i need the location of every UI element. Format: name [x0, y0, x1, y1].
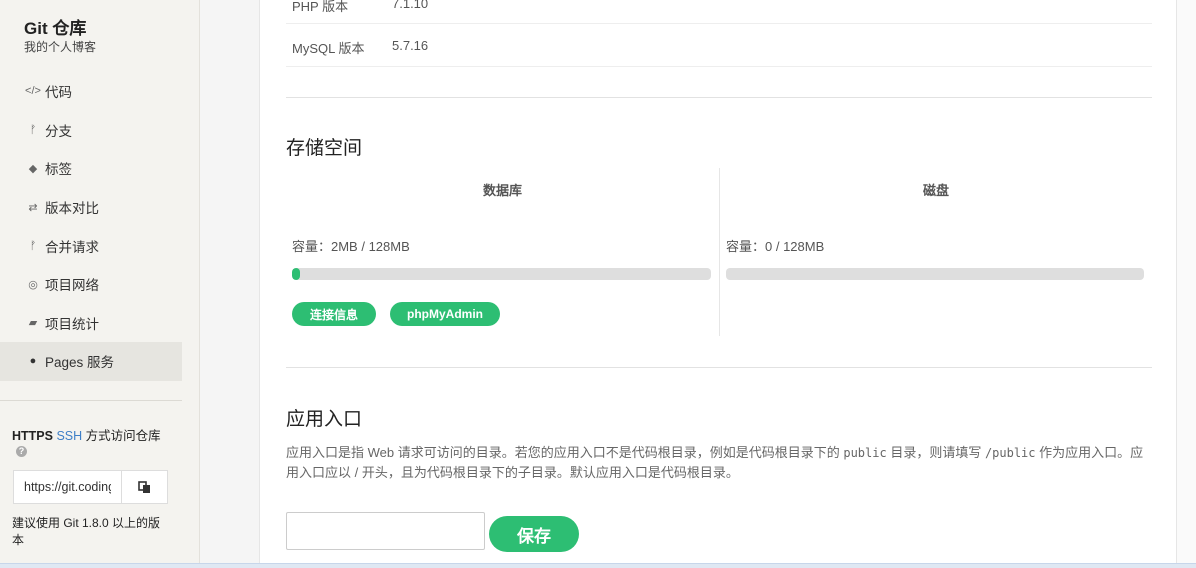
database-usage-fill — [292, 268, 301, 280]
sidebar-item-pages[interactable]: ● Pages 服务 — [0, 342, 182, 381]
row-divider — [286, 66, 1152, 67]
entry-description-text: 目录，则请填写 — [886, 445, 985, 460]
mysql-version-label: MySQL 版本 — [292, 41, 365, 56]
clone-url-input[interactable] — [14, 471, 121, 503]
section-divider — [286, 97, 1152, 98]
sidebar-item-label: 项目统计 — [45, 316, 99, 332]
compare-icon: ⇄ — [28, 201, 38, 214]
sidebar-item-label: 分支 — [45, 123, 72, 139]
tag-icon: ◆ — [28, 162, 38, 175]
entry-input[interactable] — [286, 512, 485, 550]
connection-info-button[interactable]: 连接信息 — [292, 302, 376, 326]
merge-request-icon: ᚠ — [29, 239, 37, 252]
disk-capacity: 容量：0 / 128MB — [726, 239, 825, 254]
row-divider — [286, 23, 1152, 24]
section-divider — [286, 367, 1152, 368]
sidebar-item-label: Pages 服务 — [45, 355, 115, 371]
php-version-label: PHP 版本 — [292, 0, 349, 14]
sidebar-item-label: 项目网络 — [45, 278, 99, 294]
disk-usage-bar — [726, 268, 1144, 280]
sidebar-item-label: 合并请求 — [45, 239, 99, 255]
ssh-link[interactable]: SSH — [56, 429, 82, 443]
clone-title: HTTPS SSH 方式访问仓库 — [12, 425, 161, 444]
globe-icon: ● — [29, 355, 37, 368]
copy-button[interactable] — [121, 471, 167, 503]
main-panel: PHP 版本 7.1.10 MySQL 版本 5.7.16 存储空间 数据库 容… — [259, 0, 1177, 568]
phpmyadmin-button[interactable]: phpMyAdmin — [390, 302, 500, 326]
mysql-version-row: MySQL 版本 5.7.16 — [292, 38, 428, 57]
sidebar-nav: </> 代码 ᚠ 分支 ◆ 标签 ⇄ 版本对比 ᚠ 合并请求 ◎ 项目网络 ▰ … — [0, 72, 182, 381]
sidebar-item-label: 标签 — [45, 162, 72, 178]
repo-title: Git 仓库 — [24, 19, 87, 38]
disk-storage: 磁盘 容量：0 / 128MB — [720, 168, 1152, 336]
clone-url-box — [13, 470, 168, 504]
entry-description-code: public — [843, 446, 887, 460]
save-button[interactable]: 保存 — [489, 516, 579, 552]
sidebar-item-compare[interactable]: ⇄ 版本对比 — [0, 188, 182, 227]
sidebar-item-code[interactable]: </> 代码 — [0, 72, 182, 111]
clone-note: 建议使用 Git 1.8.0 以上的版本 — [12, 516, 161, 547]
sidebar-divider — [0, 400, 182, 401]
php-version-row: PHP 版本 7.1.10 — [292, 0, 428, 15]
database-title: 数据库 — [482, 183, 522, 198]
sidebar-item-network[interactable]: ◎ 项目网络 — [0, 265, 182, 304]
help-icon[interactable]: ? — [16, 446, 27, 457]
window-right-edge — [1177, 0, 1196, 568]
taskbar-strip — [0, 563, 1196, 568]
mysql-version-value: 5.7.16 — [392, 38, 429, 53]
clone-title-suffix: 方式访问仓库 — [82, 429, 161, 443]
copy-icon — [138, 480, 150, 493]
sidebar-item-label: 版本对比 — [45, 201, 99, 217]
database-storage: 数据库 容量：2MB / 128MB 连接信息 phpMyAdmin — [286, 168, 719, 336]
php-version-value: 7.1.10 — [392, 0, 429, 11]
chart-icon: ▰ — [28, 317, 38, 330]
sidebar-item-stats[interactable]: ▰ 项目统计 — [0, 304, 182, 343]
entry-description: 应用入口是指 Web 请求可访问的目录。若您的应用入口不是代码根目录，例如是代码… — [286, 443, 1152, 483]
database-usage-bar — [292, 268, 711, 280]
disk-title: 磁盘 — [922, 183, 949, 198]
entry-title: 应用入口 — [286, 409, 363, 430]
storage-title: 存储空间 — [286, 138, 363, 159]
entry-description-code: /public — [984, 446, 1036, 460]
code-icon: </> — [25, 85, 41, 98]
sidebar-item-branches[interactable]: ᚠ 分支 — [0, 111, 182, 150]
branch-icon: ᚠ — [29, 123, 37, 136]
sidebar-item-tags[interactable]: ◆ 标签 — [0, 149, 182, 188]
sidebar-item-merge-requests[interactable]: ᚠ 合并请求 — [0, 226, 182, 265]
repo-subtitle: 我的个人博客 — [24, 40, 97, 54]
database-capacity: 容量：2MB / 128MB — [292, 239, 410, 254]
sidebar: Git 仓库 我的个人博客 </> 代码 ᚠ 分支 ◆ 标签 ⇄ 版本对比 ᚠ … — [0, 0, 200, 568]
network-icon: ◎ — [28, 278, 38, 291]
entry-description-text: 应用入口是指 Web 请求可访问的目录。若您的应用入口不是代码根目录，例如是代码… — [286, 445, 844, 460]
https-label[interactable]: HTTPS — [12, 429, 53, 443]
sidebar-item-label: 代码 — [45, 85, 72, 101]
